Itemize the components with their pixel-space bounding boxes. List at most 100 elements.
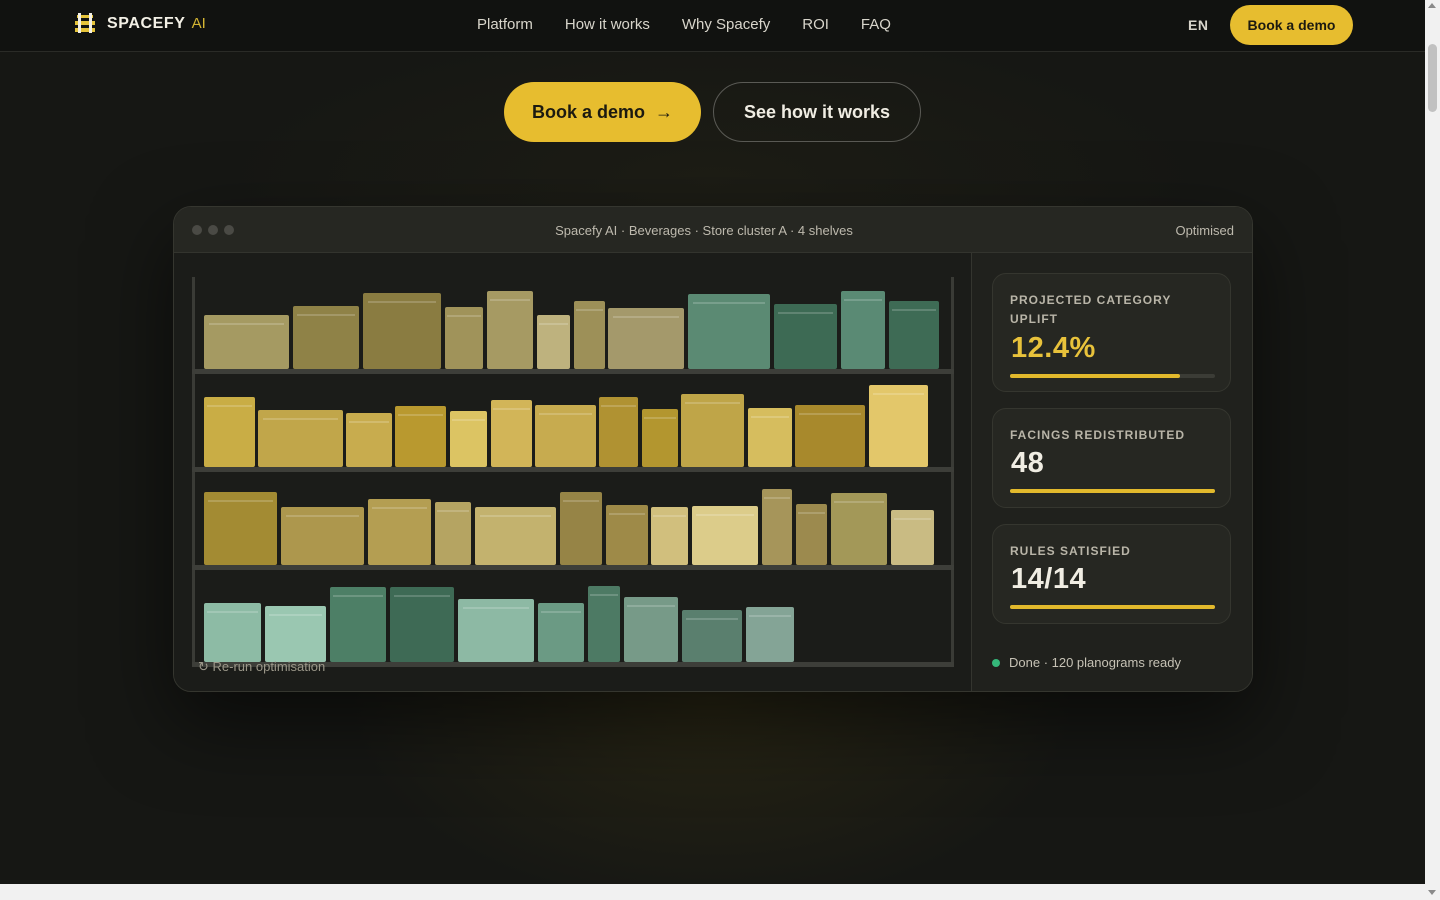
hero-book-demo-label: Book a demo bbox=[531, 101, 646, 122]
product-block bbox=[281, 507, 364, 565]
metric-progress-fill bbox=[1010, 605, 1215, 609]
product-block bbox=[889, 301, 939, 369]
scroll-up-icon[interactable] bbox=[1428, 3, 1436, 8]
completion-status: Done · 120 planograms ready bbox=[992, 655, 1181, 670]
vertical-scrollbar[interactable] bbox=[1425, 0, 1440, 900]
metric-label: RULES SATISFIED bbox=[1010, 544, 1131, 558]
scrollbar-thumb[interactable] bbox=[1428, 44, 1437, 112]
metric-progress-bar bbox=[1010, 489, 1215, 493]
shelf-frame-right bbox=[951, 277, 954, 667]
arrow-right-icon: → bbox=[655, 101, 674, 122]
product-block bbox=[642, 409, 678, 467]
shelf-board bbox=[192, 369, 954, 374]
product-block bbox=[624, 597, 678, 662]
product-block bbox=[491, 400, 532, 467]
metric-progress-bar bbox=[1010, 605, 1215, 609]
brand-name: SPACEFY bbox=[107, 15, 186, 32]
product-block bbox=[258, 410, 343, 467]
product-block bbox=[204, 603, 261, 662]
product-block bbox=[395, 406, 446, 467]
metrics-panel: PROJECTED CATEGORY UPLIFT 12.4% FACINGS … bbox=[972, 253, 1252, 691]
product-block bbox=[204, 397, 255, 467]
brand-suffix: AI bbox=[191, 15, 206, 32]
app-preview-window: Spacefy AI · Beverages · Store cluster A… bbox=[173, 206, 1253, 692]
product-block bbox=[535, 405, 596, 467]
product-block bbox=[574, 301, 605, 369]
shelf-board bbox=[192, 565, 954, 570]
top-nav: SPACEFY AI Platform How it works Why Spac… bbox=[0, 0, 1425, 52]
nav-link-platform[interactable]: Platform bbox=[461, 16, 549, 33]
metric-label: PROJECTED CATEGORY UPLIFT bbox=[1010, 293, 1172, 326]
product-block bbox=[774, 304, 837, 369]
product-block bbox=[560, 492, 602, 565]
metric-progress-fill bbox=[1010, 374, 1181, 378]
product-block bbox=[458, 599, 534, 662]
product-block bbox=[538, 603, 584, 662]
product-block bbox=[651, 507, 688, 565]
horizontal-scrollbar[interactable] bbox=[0, 884, 1425, 900]
page: SPACEFY AI Platform How it works Why Spac… bbox=[0, 0, 1425, 884]
nav-link-faq[interactable]: FAQ bbox=[845, 16, 907, 33]
metric-label: FACINGS REDISTRIBUTED bbox=[1010, 428, 1186, 442]
metric-card-facings: FACINGS REDISTRIBUTED 48 bbox=[992, 408, 1231, 508]
hero-book-demo-button[interactable]: Book a demo → bbox=[504, 82, 701, 142]
window-status: Optimised bbox=[1175, 223, 1234, 238]
product-block bbox=[537, 315, 570, 369]
product-block bbox=[841, 291, 885, 369]
product-block bbox=[293, 306, 359, 369]
product-block bbox=[746, 607, 794, 662]
product-block bbox=[487, 291, 533, 369]
product-block bbox=[762, 489, 792, 565]
product-block bbox=[599, 397, 638, 467]
product-block bbox=[831, 493, 887, 565]
product-block bbox=[445, 307, 483, 369]
status-dot-icon bbox=[992, 658, 1000, 667]
product-block bbox=[204, 315, 289, 369]
product-block bbox=[608, 308, 684, 369]
product-block bbox=[450, 411, 487, 467]
see-how-it-works-button[interactable]: See how it works bbox=[713, 82, 921, 142]
metric-value: 14/14 bbox=[1011, 563, 1087, 595]
product-block bbox=[368, 499, 431, 565]
product-block bbox=[265, 606, 326, 662]
product-block bbox=[692, 506, 758, 565]
completion-text: Done · 120 planograms ready bbox=[1009, 655, 1181, 670]
rerun-optimisation-button[interactable]: ↻ Re-run optimisation bbox=[198, 659, 325, 675]
product-block bbox=[475, 507, 556, 565]
metric-card-uplift: PROJECTED CATEGORY UPLIFT 12.4% bbox=[992, 273, 1231, 392]
window-title: Spacefy AI · Beverages · Store cluster A… bbox=[555, 223, 853, 238]
shelf-frame-left bbox=[192, 277, 195, 667]
nav-links: Platform How it works Why Spacefy ROI FA… bbox=[461, 16, 907, 33]
metric-progress-bar bbox=[1010, 374, 1215, 378]
metric-card-rules: RULES SATISFIED 14/14 bbox=[992, 524, 1231, 624]
nav-link-why-spacefy[interactable]: Why Spacefy bbox=[666, 16, 786, 33]
product-block bbox=[681, 394, 744, 467]
product-block bbox=[390, 587, 454, 662]
product-block bbox=[748, 408, 792, 467]
product-block bbox=[330, 587, 386, 662]
language-switcher[interactable]: EN bbox=[1188, 17, 1208, 33]
brand-logo[interactable]: SPACEFY AI bbox=[74, 13, 206, 35]
product-block bbox=[688, 294, 770, 369]
scroll-down-icon[interactable] bbox=[1428, 890, 1436, 895]
metric-value: 48 bbox=[1011, 447, 1045, 479]
product-block bbox=[363, 293, 441, 369]
product-block bbox=[606, 505, 648, 565]
nav-link-roi[interactable]: ROI bbox=[786, 16, 845, 33]
product-block bbox=[796, 504, 827, 565]
product-block bbox=[682, 610, 742, 662]
nav-link-how-it-works[interactable]: How it works bbox=[549, 16, 666, 33]
product-block bbox=[869, 385, 928, 467]
product-block bbox=[891, 510, 934, 565]
nav-book-demo-button[interactable]: Book a demo bbox=[1230, 5, 1353, 45]
product-block bbox=[588, 586, 620, 662]
window-titlebar: Spacefy AI · Beverages · Store cluster A… bbox=[174, 207, 1252, 253]
product-block bbox=[795, 405, 865, 467]
product-block bbox=[204, 492, 277, 565]
planogram-shelves: ↻ Re-run optimisation bbox=[174, 253, 972, 691]
shelf-board bbox=[192, 467, 954, 472]
metric-value: 12.4% bbox=[1011, 332, 1096, 364]
product-block bbox=[435, 502, 471, 565]
shelf-logo-icon bbox=[74, 13, 96, 35]
product-block bbox=[346, 413, 392, 467]
